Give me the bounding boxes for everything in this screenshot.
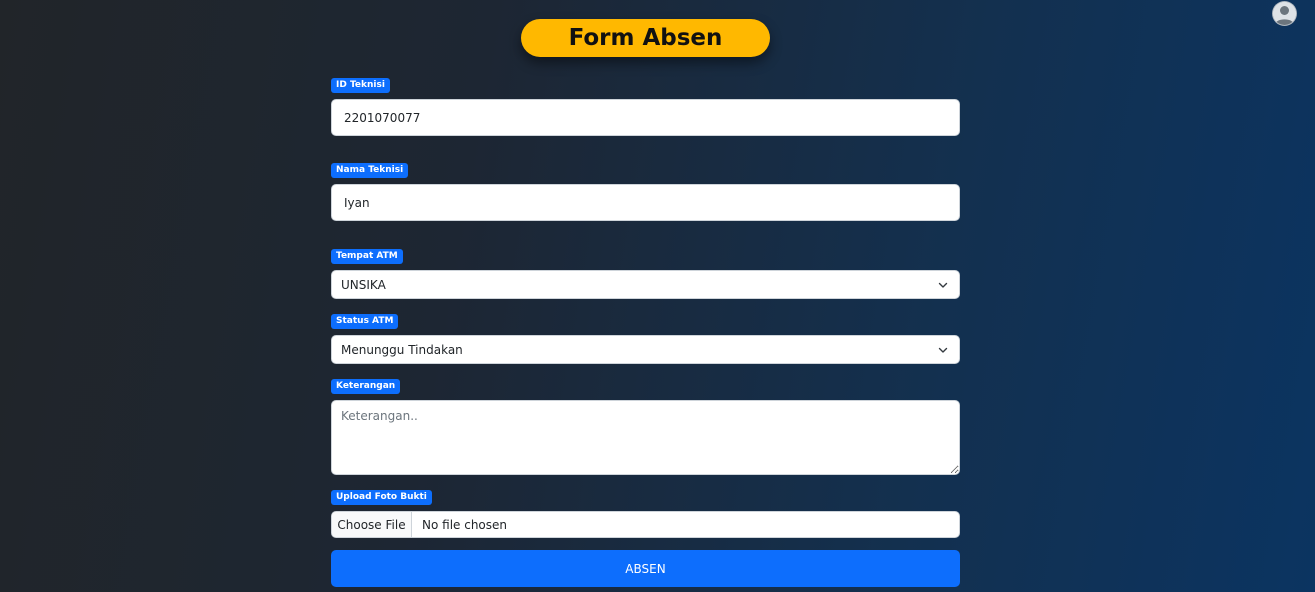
chevron-down-icon: [938, 347, 948, 353]
file-upload-input[interactable]: Choose File No file chosen: [331, 511, 960, 538]
tempat-atm-select[interactable]: UNSIKA: [331, 270, 960, 299]
id-teknisi-label: ID Teknisi: [331, 78, 390, 93]
tempat-atm-label: Tempat ATM: [331, 249, 403, 264]
keterangan-label: Keterangan: [331, 379, 401, 394]
id-teknisi-input[interactable]: [331, 99, 960, 136]
user-avatar-icon[interactable]: [1273, 2, 1296, 25]
nama-teknisi-input[interactable]: [331, 184, 960, 221]
file-status-text: No file chosen: [422, 517, 508, 532]
nama-teknisi-label: Nama Teknisi: [331, 163, 409, 178]
tempat-atm-selected-value: UNSIKA: [341, 277, 386, 292]
choose-file-button[interactable]: Choose File: [332, 512, 412, 537]
status-atm-selected-value: Menunggu Tindakan: [341, 342, 463, 357]
status-atm-select[interactable]: Menunggu Tindakan: [331, 335, 960, 364]
page-title: Form Absen: [521, 19, 770, 57]
status-atm-label: Status ATM: [331, 314, 399, 329]
keterangan-textarea[interactable]: [331, 400, 960, 475]
absen-submit-button[interactable]: ABSEN: [331, 550, 960, 587]
chevron-down-icon: [938, 282, 948, 288]
upload-foto-label: Upload Foto Bukti: [331, 490, 432, 505]
